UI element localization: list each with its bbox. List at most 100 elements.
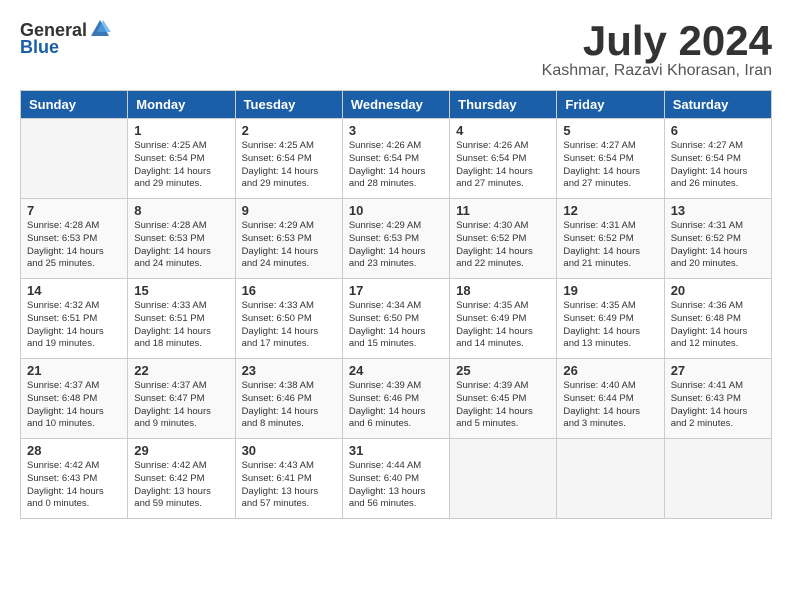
day-number: 13 — [671, 203, 765, 218]
day-info: Sunrise: 4:41 AM Sunset: 6:43 PM Dayligh… — [671, 380, 765, 431]
day-number: 11 — [456, 203, 550, 218]
calendar-cell: 2 Sunrise: 4:25 AM Sunset: 6:54 PM Daylig… — [235, 119, 342, 199]
calendar-cell: 22 Sunrise: 4:37 AM Sunset: 6:47 PM Dayli… — [128, 359, 235, 439]
calendar-cell — [450, 439, 557, 519]
day-number: 2 — [242, 123, 336, 138]
calendar-cell: 3 Sunrise: 4:26 AM Sunset: 6:54 PM Daylig… — [342, 119, 449, 199]
calendar-cell: 20 Sunrise: 4:36 AM Sunset: 6:48 PM Dayli… — [664, 279, 771, 359]
day-info: Sunrise: 4:40 AM Sunset: 6:44 PM Dayligh… — [563, 380, 657, 431]
calendar-cell: 19 Sunrise: 4:35 AM Sunset: 6:49 PM Dayli… — [557, 279, 664, 359]
day-number: 26 — [563, 363, 657, 378]
month-title: July 2024 — [542, 20, 772, 62]
calendar-cell: 15Sunrise: 4:33 AM Sunset: 6:51 PM Dayli… — [128, 279, 235, 359]
day-number: 7 — [27, 203, 121, 218]
week-row-2: 14 Sunrise: 4:32 AM Sunset: 6:51 PM Dayli… — [21, 279, 772, 359]
day-number: 23 — [242, 363, 336, 378]
weekday-header-wednesday: Wednesday — [342, 91, 449, 119]
logo-blue: Blue — [20, 38, 111, 56]
calendar-cell: 30 Sunrise: 4:43 AM Sunset: 6:41 PM Dayli… — [235, 439, 342, 519]
calendar-cell: 31 Sunrise: 4:44 AM Sunset: 6:40 PM Dayli… — [342, 439, 449, 519]
day-info: Sunrise: 4:33 AM Sunset: 6:50 PM Dayligh… — [242, 300, 336, 351]
calendar-cell — [21, 119, 128, 199]
calendar-cell: 17Sunrise: 4:34 AM Sunset: 6:50 PM Dayli… — [342, 279, 449, 359]
day-number: 5 — [563, 123, 657, 138]
day-number: 19 — [563, 283, 657, 298]
weekday-header-sunday: Sunday — [21, 91, 128, 119]
day-number: 20 — [671, 283, 765, 298]
calendar-cell: 18 Sunrise: 4:35 AM Sunset: 6:49 PM Dayli… — [450, 279, 557, 359]
weekday-header-thursday: Thursday — [450, 91, 557, 119]
calendar-cell: 28 Sunrise: 4:42 AM Sunset: 6:43 PM Dayli… — [21, 439, 128, 519]
calendar-cell — [557, 439, 664, 519]
day-number: 1 — [134, 123, 228, 138]
day-number: 30 — [242, 443, 336, 458]
day-number: 4 — [456, 123, 550, 138]
day-info: Sunrise: 4:29 AM Sunset: 6:53 PM Dayligh… — [349, 220, 443, 271]
calendar: SundayMondayTuesdayWednesdayThursdayFrid… — [20, 90, 772, 519]
day-number: 9 — [242, 203, 336, 218]
calendar-cell: 23 Sunrise: 4:38 AM Sunset: 6:46 PM Dayli… — [235, 359, 342, 439]
week-row-3: 21 Sunrise: 4:37 AM Sunset: 6:48 PM Dayli… — [21, 359, 772, 439]
day-number: 27 — [671, 363, 765, 378]
calendar-cell: 29Sunrise: 4:42 AM Sunset: 6:42 PM Dayli… — [128, 439, 235, 519]
day-info: Sunrise: 4:32 AM Sunset: 6:51 PM Dayligh… — [27, 300, 121, 351]
day-info: Sunrise: 4:37 AM Sunset: 6:47 PM Dayligh… — [134, 380, 228, 431]
day-number: 22 — [134, 363, 228, 378]
day-info: Sunrise: 4:30 AM Sunset: 6:52 PM Dayligh… — [456, 220, 550, 271]
calendar-cell: 4 Sunrise: 4:26 AM Sunset: 6:54 PM Daylig… — [450, 119, 557, 199]
day-info: Sunrise: 4:39 AM Sunset: 6:45 PM Dayligh… — [456, 380, 550, 431]
day-info: Sunrise: 4:37 AM Sunset: 6:48 PM Dayligh… — [27, 380, 121, 431]
calendar-cell: 5Sunrise: 4:27 AM Sunset: 6:54 PM Daylig… — [557, 119, 664, 199]
day-info: Sunrise: 4:39 AM Sunset: 6:46 PM Dayligh… — [349, 380, 443, 431]
day-info: Sunrise: 4:35 AM Sunset: 6:49 PM Dayligh… — [563, 300, 657, 351]
calendar-cell: 13Sunrise: 4:31 AM Sunset: 6:52 PM Dayli… — [664, 199, 771, 279]
calendar-cell: 25 Sunrise: 4:39 AM Sunset: 6:45 PM Dayli… — [450, 359, 557, 439]
week-row-0: 1 Sunrise: 4:25 AM Sunset: 6:54 PM Daylig… — [21, 119, 772, 199]
day-number: 21 — [27, 363, 121, 378]
day-number: 6 — [671, 123, 765, 138]
day-info: Sunrise: 4:38 AM Sunset: 6:46 PM Dayligh… — [242, 380, 336, 431]
day-info: Sunrise: 4:42 AM Sunset: 6:43 PM Dayligh… — [27, 460, 121, 511]
day-info: Sunrise: 4:27 AM Sunset: 6:54 PM Dayligh… — [671, 140, 765, 191]
calendar-cell: 26 Sunrise: 4:40 AM Sunset: 6:44 PM Dayli… — [557, 359, 664, 439]
day-number: 18 — [456, 283, 550, 298]
weekday-header-tuesday: Tuesday — [235, 91, 342, 119]
day-number: 24 — [349, 363, 443, 378]
day-number: 25 — [456, 363, 550, 378]
day-info: Sunrise: 4:28 AM Sunset: 6:53 PM Dayligh… — [27, 220, 121, 271]
day-info: Sunrise: 4:26 AM Sunset: 6:54 PM Dayligh… — [349, 140, 443, 191]
day-number: 15 — [134, 283, 228, 298]
day-info: Sunrise: 4:31 AM Sunset: 6:52 PM Dayligh… — [563, 220, 657, 271]
weekday-header-monday: Monday — [128, 91, 235, 119]
calendar-cell: 14 Sunrise: 4:32 AM Sunset: 6:51 PM Dayli… — [21, 279, 128, 359]
calendar-cell: 1Sunrise: 4:25 AM Sunset: 6:54 PM Daylig… — [128, 119, 235, 199]
day-number: 8 — [134, 203, 228, 218]
weekday-header-saturday: Saturday — [664, 91, 771, 119]
calendar-cell: 24 Sunrise: 4:39 AM Sunset: 6:46 PM Dayli… — [342, 359, 449, 439]
day-number: 31 — [349, 443, 443, 458]
day-number: 29 — [134, 443, 228, 458]
day-info: Sunrise: 4:35 AM Sunset: 6:49 PM Dayligh… — [456, 300, 550, 351]
week-row-1: 7 Sunrise: 4:28 AM Sunset: 6:53 PM Daylig… — [21, 199, 772, 279]
day-info: Sunrise: 4:25 AM Sunset: 6:54 PM Dayligh… — [242, 140, 336, 191]
calendar-cell: 7 Sunrise: 4:28 AM Sunset: 6:53 PM Daylig… — [21, 199, 128, 279]
calendar-cell: 16Sunrise: 4:33 AM Sunset: 6:50 PM Dayli… — [235, 279, 342, 359]
calendar-cell: 21 Sunrise: 4:37 AM Sunset: 6:48 PM Dayli… — [21, 359, 128, 439]
day-number: 28 — [27, 443, 121, 458]
day-info: Sunrise: 4:26 AM Sunset: 6:54 PM Dayligh… — [456, 140, 550, 191]
day-info: Sunrise: 4:36 AM Sunset: 6:48 PM Dayligh… — [671, 300, 765, 351]
calendar-cell: 27 Sunrise: 4:41 AM Sunset: 6:43 PM Dayli… — [664, 359, 771, 439]
day-info: Sunrise: 4:28 AM Sunset: 6:53 PM Dayligh… — [134, 220, 228, 271]
weekday-header-friday: Friday — [557, 91, 664, 119]
calendar-header-row: SundayMondayTuesdayWednesdayThursdayFrid… — [21, 91, 772, 119]
day-info: Sunrise: 4:44 AM Sunset: 6:40 PM Dayligh… — [349, 460, 443, 511]
calendar-cell: 8 Sunrise: 4:28 AM Sunset: 6:53 PM Daylig… — [128, 199, 235, 279]
calendar-cell: 9 Sunrise: 4:29 AM Sunset: 6:53 PM Daylig… — [235, 199, 342, 279]
week-row-4: 28 Sunrise: 4:42 AM Sunset: 6:43 PM Dayli… — [21, 439, 772, 519]
day-info: Sunrise: 4:29 AM Sunset: 6:53 PM Dayligh… — [242, 220, 336, 271]
day-number: 14 — [27, 283, 121, 298]
day-number: 3 — [349, 123, 443, 138]
calendar-cell: 11 Sunrise: 4:30 AM Sunset: 6:52 PM Dayli… — [450, 199, 557, 279]
calendar-cell: 6 Sunrise: 4:27 AM Sunset: 6:54 PM Daylig… — [664, 119, 771, 199]
day-info: Sunrise: 4:43 AM Sunset: 6:41 PM Dayligh… — [242, 460, 336, 511]
